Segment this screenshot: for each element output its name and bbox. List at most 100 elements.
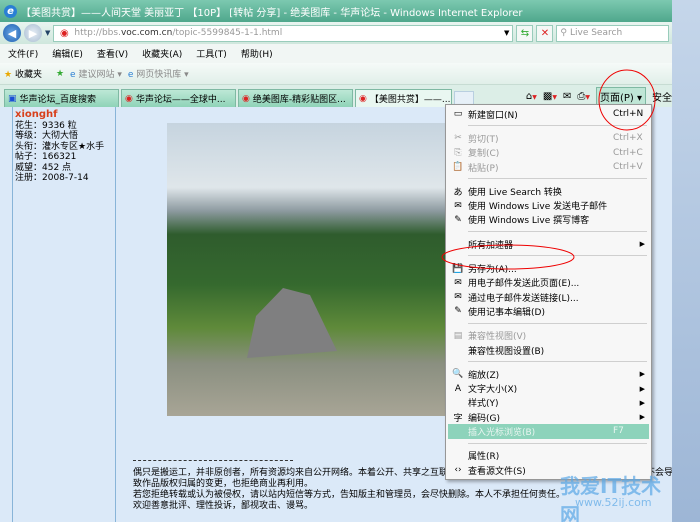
menu-item[interactable]: ⎘ 复制(C) Ctrl+C: [448, 146, 649, 160]
tab-voc-forum[interactable]: ◉ 华声论坛——全球中...: [121, 89, 236, 107]
home-icon[interactable]: ⌂▼: [526, 91, 537, 102]
menu-tools[interactable]: 工具(T): [196, 47, 227, 60]
menu-item-label: 所有加速器: [468, 240, 514, 251]
menu-item-label: 另存为(A)...: [468, 265, 517, 276]
mail-icon[interactable]: ✉: [563, 91, 571, 102]
menu-item[interactable]: 插入光标浏览(B) F7: [448, 424, 649, 439]
site-favicon-icon: ◉: [125, 93, 133, 104]
search-icon: ⚲: [560, 28, 567, 38]
web-slice-gallery-label: 网页快讯库 ▾: [136, 70, 189, 80]
favorites-label: 收藏夹: [14, 70, 42, 80]
user-stat: 帖子：166321: [15, 152, 77, 162]
menu-help[interactable]: 帮助(H): [241, 47, 273, 60]
menu-favorites[interactable]: 收藏夹(A): [142, 47, 182, 60]
menu-item-label: 用电子邮件发送此页面(E)...: [468, 279, 580, 290]
username[interactable]: xionghf: [15, 109, 113, 121]
site-favicon-icon: ◉: [60, 27, 69, 39]
menu-item[interactable]: 字编码(G) ▶: [448, 410, 649, 424]
add-favorite-icon[interactable]: ★: [56, 69, 64, 79]
menu-item-icon: ✉: [454, 277, 462, 288]
menu-item-label: 查看源文件(S): [468, 466, 526, 477]
feeds-icon[interactable]: ▩▼: [543, 91, 557, 102]
menu-item-shortcut: Ctrl+V: [613, 162, 643, 173]
menu-item-icon: ✉: [454, 200, 462, 211]
menu-separator: [468, 255, 647, 257]
menu-item[interactable]: ✉ 使用 Windows Live 发送电子邮件: [448, 198, 649, 213]
history-dropdown-icon[interactable]: ▼: [45, 29, 50, 37]
menu-item-label: 使用记事本编辑(D): [468, 307, 545, 318]
menu-item[interactable]: 样式(Y) ▶: [448, 396, 649, 410]
desktop-background: [672, 0, 700, 522]
menu-item[interactable]: ▭ 新建窗口(N) Ctrl+N: [448, 107, 649, 121]
favorites-bar: ★ 收藏夹 ★ e 建议网站 ▾ e 网页快讯库 ▾: [0, 63, 672, 85]
safety-menu-button[interactable]: 安全: [652, 89, 672, 104]
user-info-panel: xionghf 花生：9336 粒 等级：大彻大悟 头衔：灌水专区★水手 帖子：…: [12, 107, 116, 522]
menu-item[interactable]: ✎ 使用记事本编辑(D): [448, 304, 649, 318]
print-icon[interactable]: ⎙▼: [577, 91, 590, 102]
user-stat: 威望：452 点: [15, 162, 72, 173]
menu-item-label: 使用 Windows Live 撰写博客: [468, 216, 590, 227]
menu-item[interactable]: 🔍 缩放(Z) ▶: [448, 367, 649, 381]
page-dropdown-menu: ▭ 新建窗口(N) Ctrl+N ✂ 剪切(T) Ctrl+X ⎘ 复制(C) Ctrl+C 📋 粘…: [445, 104, 652, 481]
menu-item[interactable]: 所有加速器 ▶: [448, 237, 649, 251]
menu-item-label: 兼容性视图(V): [468, 332, 527, 343]
menu-item[interactable]: ✎ 使用 Windows Live 撰写博客: [448, 213, 649, 227]
menu-item-icon: ▭: [453, 109, 463, 120]
site-favicon-icon: ◉: [359, 93, 367, 104]
menu-item-label: 复制(C): [468, 149, 500, 160]
notice-divider: [133, 460, 293, 461]
menu-item[interactable]: A 文字大小(X) ▶: [448, 381, 649, 396]
web-slice-gallery-button[interactable]: e 网页快讯库 ▾: [128, 67, 189, 80]
menu-item[interactable]: ▤ 兼容性视图(V): [448, 329, 649, 343]
menu-item-shortcut: Ctrl+C: [613, 147, 643, 158]
user-stat: 花生：9336 粒: [15, 120, 77, 131]
menu-item[interactable]: ✉ 通过电子邮件发送链接(L)...: [448, 290, 649, 304]
url-input[interactable]: ◉ http://bbs.voc.com.cn/topic-5599845-1-…: [53, 24, 514, 42]
menu-separator: [468, 125, 647, 127]
suggested-sites-label: 建议网站 ▾: [78, 70, 122, 80]
submenu-arrow-icon: ▶: [639, 370, 645, 379]
menu-item-icon: あ: [453, 187, 463, 198]
menu-item-label: 新建窗口(N): [468, 110, 518, 121]
menu-item[interactable]: 属性(R): [448, 449, 649, 463]
menu-item-label: 兼容性视图设置(B): [468, 346, 545, 357]
menu-item-label: 插入光标浏览(B): [468, 427, 536, 438]
menu-item-shortcut: Ctrl+N: [613, 109, 644, 120]
tab-label: 华声论坛——全球中...: [135, 95, 226, 105]
menu-item-icon: ‹›: [454, 465, 462, 476]
menu-item[interactable]: 兼容性视图设置(B): [448, 343, 649, 357]
title-bar: e 【美图共赏】——人间天堂 美丽亚丁 【10P】 [转帖 分享] - 绝美图库…: [0, 0, 672, 22]
tab-label: 【美图共赏】——...: [369, 95, 451, 105]
menu-bar: 文件(F) 编辑(E) 查看(V) 收藏夹(A) 工具(T) 帮助(H): [0, 44, 672, 63]
tab-gallery[interactable]: ◉ 绝美图库-精彩贴图区...: [238, 89, 353, 107]
menu-item-shortcut: F7: [613, 426, 624, 437]
search-input[interactable]: ⚲ Live Search: [556, 24, 669, 42]
ie-page-icon: e: [127, 70, 134, 80]
menu-item[interactable]: 📋 粘贴(P) Ctrl+V: [448, 160, 649, 174]
menu-item[interactable]: ✉ 用电子邮件发送此页面(E)...: [448, 276, 649, 290]
menu-item[interactable]: 💾 另存为(A)...: [448, 261, 649, 276]
tab-baidu[interactable]: ▣ 华声论坛_百度搜索: [4, 89, 119, 107]
submenu-arrow-icon: ▶: [639, 413, 645, 422]
back-button[interactable]: ◀: [3, 24, 21, 42]
refresh-button[interactable]: ⇆: [516, 24, 534, 42]
url-dropdown-icon[interactable]: ▼: [504, 29, 509, 37]
stop-button[interactable]: ✕: [536, 24, 554, 42]
landscape-photo: [167, 123, 445, 416]
tab-current[interactable]: ◉【美图共赏】——...✕: [355, 89, 452, 107]
menu-item-icon: ▤: [453, 330, 463, 341]
menu-item-icon: ✉: [454, 292, 462, 303]
menu-item[interactable]: ✂ 剪切(T) Ctrl+X: [448, 131, 649, 145]
menu-view[interactable]: 查看(V): [97, 47, 128, 60]
suggested-sites-button[interactable]: e 建议网站 ▾: [70, 67, 122, 80]
address-bar: ◀ ▶ ▼ ◉ http://bbs.voc.com.cn/topic-5599…: [0, 22, 672, 44]
menu-item[interactable]: あ使用 Live Search 转换: [448, 184, 649, 198]
forward-button[interactable]: ▶: [24, 24, 42, 42]
submenu-arrow-icon: ▶: [639, 240, 645, 249]
menu-item-label: 使用 Windows Live 发送电子邮件: [468, 202, 608, 213]
menu-edit[interactable]: 编辑(E): [52, 47, 83, 60]
menu-file[interactable]: 文件(F): [8, 47, 38, 60]
url-path: /topic-5599845-1-1.html: [172, 28, 283, 38]
watermark-url: www.52ij.com: [575, 496, 652, 509]
favorites-button[interactable]: ★ 收藏夹: [4, 67, 42, 80]
